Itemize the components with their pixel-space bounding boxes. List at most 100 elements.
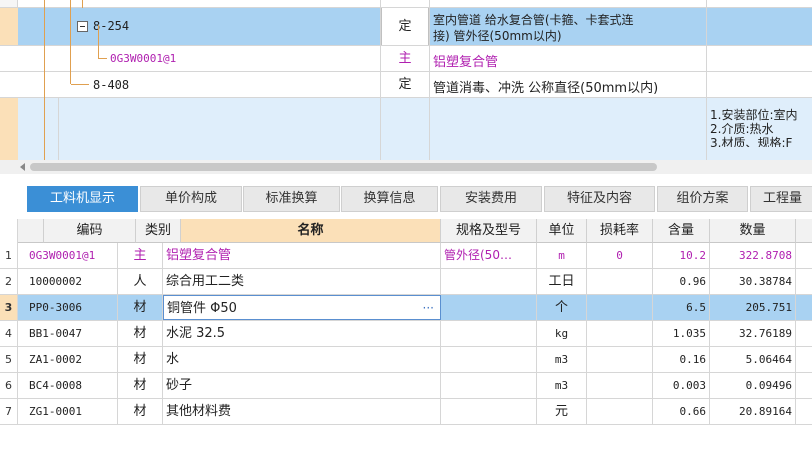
table-left-border	[17, 219, 18, 425]
tab-conversion-info[interactable]: 换算信息	[341, 186, 438, 212]
cell-code[interactable]: BB1-0047	[26, 321, 118, 346]
cell-unit[interactable]: kg	[537, 321, 587, 346]
header-extra	[796, 219, 812, 243]
cell-code[interactable]: ZG1-0001	[26, 399, 118, 424]
table-row[interactable]: ZA1-0002 材 水 m3 0.16 5.06464	[18, 347, 812, 373]
cell-content[interactable]: 0.96	[653, 269, 710, 294]
cell-unit[interactable]: 元	[537, 399, 587, 424]
tree-name-line1: 室内管道 给水复合管(卡箍、卡套式连	[433, 13, 634, 27]
cell-quantity[interactable]: 5.06464	[710, 347, 796, 372]
scroll-left-icon[interactable]	[20, 163, 25, 171]
cell-category[interactable]: 材	[118, 399, 163, 424]
tree-row-partial	[0, 0, 812, 8]
collapse-icon[interactable]	[77, 21, 88, 32]
table-row[interactable]: BC4-0008 材 砂子 m3 0.003 0.09496	[18, 373, 812, 399]
cell-loss-rate[interactable]	[587, 295, 653, 320]
cell-name[interactable]: 水	[163, 347, 441, 372]
table-row-selected[interactable]: PP0-3006 材 铜管件 Φ50 ··· 个 6.5 205.751	[18, 295, 812, 321]
tree-row-8-408[interactable]: 8-408 定 管道消毒、冲洗 公称直径(50mm以内)	[0, 72, 812, 98]
cell-quantity[interactable]: 30.38784	[710, 269, 796, 294]
cell-name[interactable]: 铝塑复合管	[163, 243, 441, 268]
cell-spec[interactable]: 管外径(50…	[441, 243, 537, 268]
cell-name[interactable]: 砂子	[163, 373, 441, 398]
cell-quantity[interactable]: 205.751	[710, 295, 796, 320]
tree-row-list[interactable]: 1.安装部位:室内 2.介质:热水 3.材质、规格:F	[0, 98, 812, 160]
tab-pricing-scheme[interactable]: 组价方案	[657, 186, 748, 212]
cell-unit[interactable]: 工日	[537, 269, 587, 294]
cell-category[interactable]: 人	[118, 269, 163, 294]
cell-unit[interactable]: 个	[537, 295, 587, 320]
cell-category[interactable]: 主	[118, 243, 163, 268]
cell-category[interactable]: 材	[118, 321, 163, 346]
cell-code[interactable]: 0G3W0001@1	[26, 243, 118, 268]
cell-unit[interactable]: m	[537, 243, 587, 268]
cell-loss-rate[interactable]	[587, 399, 653, 424]
table-row[interactable]: 10000002 人 综合用工二类 工日 0.96 30.38784	[18, 269, 812, 295]
cell-category[interactable]: 材	[118, 295, 163, 320]
header-unit[interactable]: 单位	[537, 219, 587, 243]
cell-quantity[interactable]: 0.09496	[710, 373, 796, 398]
tab-features[interactable]: 特征及内容	[544, 186, 655, 212]
cell-category[interactable]: 材	[118, 347, 163, 372]
cell-content[interactable]: 0.16	[653, 347, 710, 372]
panel-divider	[0, 174, 812, 186]
col-sep	[429, 0, 430, 160]
header-spec[interactable]: 规格及型号	[441, 219, 537, 243]
table-row[interactable]: 0G3W0001@1 主 铝塑复合管 管外径(50… m 0 10.2 322.…	[18, 243, 812, 269]
cell-quantity[interactable]: 322.8708	[710, 243, 796, 268]
tree-row-8-254[interactable]: 8-254 定 室内管道 给水复合管(卡箍、卡套式连 接) 管外径(50mm以内…	[0, 8, 812, 46]
cell-spec[interactable]	[441, 269, 537, 294]
cell-name[interactable]: 综合用工二类	[163, 269, 441, 294]
header-loss-rate[interactable]: 损耗率	[587, 219, 653, 243]
header-content[interactable]: 含量	[653, 219, 710, 243]
cell-spec[interactable]	[441, 399, 537, 424]
tab-unit-price[interactable]: 单价构成	[140, 186, 242, 212]
cell-loss-rate[interactable]: 0	[587, 243, 653, 268]
table-row[interactable]: BB1-0047 材 水泥 32.5 kg 1.035 32.76189	[18, 321, 812, 347]
header-name[interactable]: 名称	[181, 219, 441, 243]
cell-category[interactable]: 材	[118, 373, 163, 398]
tree-type: 定	[398, 77, 412, 92]
table-row[interactable]: ZG1-0001 材 其他材料费 元 0.66 20.89164	[18, 399, 812, 425]
ellipsis-button[interactable]: ···	[423, 296, 434, 319]
tree-row-main-material[interactable]: 0G3W0001@1 主 铝塑复合管	[0, 46, 812, 72]
tab-labor-material-machine[interactable]: 工料机显示	[27, 186, 138, 212]
tab-installation-cost[interactable]: 安装费用	[440, 186, 542, 212]
horizontal-scrollbar[interactable]	[18, 160, 812, 174]
scrollbar-thumb[interactable]	[30, 163, 657, 171]
cell-code[interactable]: 10000002	[26, 269, 118, 294]
cell-quantity[interactable]: 20.89164	[710, 399, 796, 424]
cell-content[interactable]: 10.2	[653, 243, 710, 268]
cell-quantity[interactable]: 32.76189	[710, 321, 796, 346]
header-quantity[interactable]: 数量	[710, 219, 796, 243]
cell-unit[interactable]: m3	[537, 347, 587, 372]
cell-content[interactable]: 1.035	[653, 321, 710, 346]
cell-name-value[interactable]: 铜管件 Φ50	[167, 301, 237, 316]
tree-name: 铝塑复合管	[433, 55, 499, 70]
cell-unit[interactable]: m3	[537, 373, 587, 398]
cell-loss-rate[interactable]	[587, 347, 653, 372]
cell-name-editing[interactable]: 铜管件 Φ50 ···	[163, 295, 441, 320]
cell-content[interactable]: 0.003	[653, 373, 710, 398]
tab-standard-conversion[interactable]: 标准换算	[243, 186, 340, 212]
tree-guide-line	[98, 25, 99, 59]
cell-loss-rate[interactable]	[587, 373, 653, 398]
cell-code[interactable]: ZA1-0002	[26, 347, 118, 372]
header-category[interactable]: 类别	[136, 219, 181, 243]
header-code[interactable]: 编码	[44, 219, 136, 243]
header-gutter	[18, 219, 44, 243]
cell-spec[interactable]	[441, 295, 537, 320]
cell-code[interactable]: PP0-3006	[26, 295, 118, 320]
cell-spec[interactable]	[441, 321, 537, 346]
cell-content[interactable]: 0.66	[653, 399, 710, 424]
cell-loss-rate[interactable]	[587, 269, 653, 294]
cell-spec[interactable]	[441, 373, 537, 398]
cell-spec[interactable]	[441, 347, 537, 372]
cell-name[interactable]: 其他材料费	[163, 399, 441, 424]
tab-quantity[interactable]: 工程量	[750, 186, 812, 212]
cell-content[interactable]: 6.5	[653, 295, 710, 320]
row-number: 3	[0, 295, 18, 321]
cell-name[interactable]: 水泥 32.5	[163, 321, 441, 346]
cell-loss-rate[interactable]	[587, 321, 653, 346]
cell-code[interactable]: BC4-0008	[26, 373, 118, 398]
